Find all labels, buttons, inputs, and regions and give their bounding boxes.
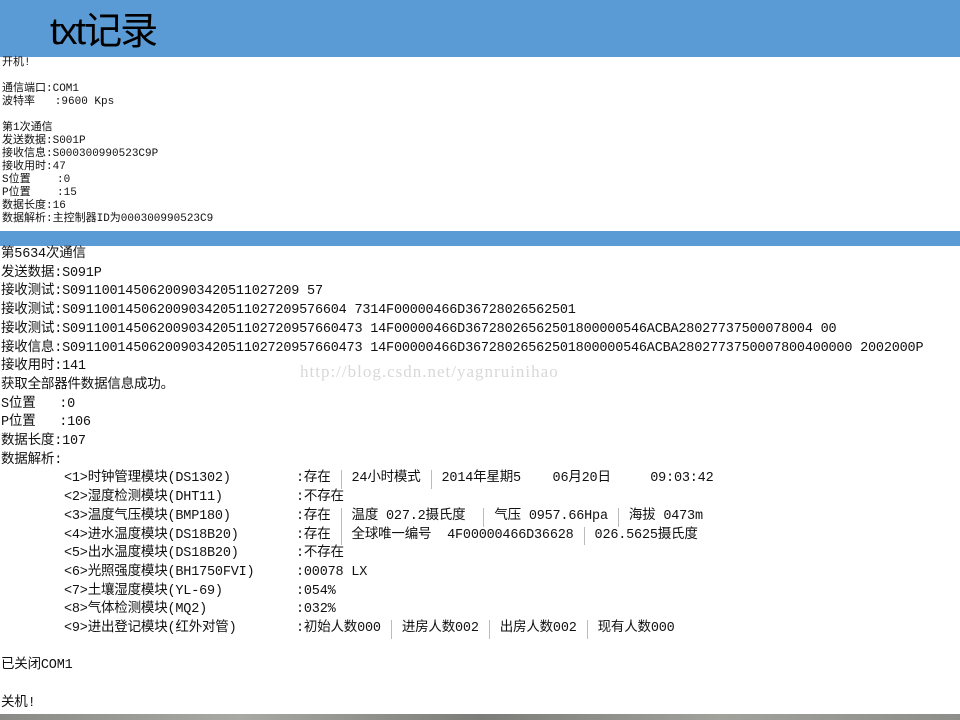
module-values: :不存在 — [296, 489, 354, 508]
log-line: 接收测试:S09110014506200903420511027209 57 — [1, 284, 323, 300]
module-value: :054% — [296, 583, 336, 599]
module-value: 温度 027.2摄氏度 — [340, 507, 484, 527]
module-row: <4>进水温度模块(DS18B20) :存在 全球唯一编号 4F00000466D3… — [0, 526, 958, 546]
log-line: 第5634次通信 — [1, 247, 86, 262]
log-line: S位置 :0 — [1, 396, 76, 412]
module-value: 海拔 0473m — [617, 507, 713, 527]
shutdown-text: 关机! — [1, 695, 36, 711]
module-value: :初始人数000 — [296, 620, 381, 636]
module-name: <4>进水温度模块(DS18B20) — [64, 527, 239, 543]
module-row: <8>气体检测模块(MQ2) :032% — [0, 601, 958, 620]
module-row: <1>时钟管理模块(DS1302) :存在 24小时模式 2014年星期5 06月20… — [0, 470, 958, 490]
module-name: <2>湿度检测模块(DHT11) — [64, 490, 223, 506]
module-value: :不存在 — [296, 546, 344, 562]
log-line: P位置 :106 — [1, 415, 91, 431]
module-value: 出房人数002 — [488, 619, 587, 639]
log-line: S位置 :0 — [2, 174, 71, 186]
watermark: http://blog.csdn.net/yagnruinihao — [300, 362, 559, 381]
log-line: 第1次通信 — [2, 122, 53, 134]
module-list: <1>时钟管理模块(DS1302) :存在 24小时模式 2014年星期5 06月20… — [0, 470, 958, 639]
bottom-strip — [0, 714, 960, 720]
log-line: 数据解析: — [1, 452, 63, 468]
module-value: 026.5625摄氏度 — [583, 526, 708, 546]
module-name: <7>土壤湿度模块(YL-69) — [64, 583, 223, 599]
log-line: 接收测试:S0911001450620090342051102720957660… — [1, 303, 576, 319]
log-line: 开机! — [2, 57, 31, 69]
module-value: 气压 0957.66Hpa — [483, 507, 618, 527]
module-value: 现有人数000 — [586, 619, 685, 639]
module-value: :不存在 — [296, 490, 344, 506]
module-value: 全球唯一编号 4F00000466D36628 — [340, 526, 584, 546]
module-row: <7>土壤湿度模块(YL-69) :054% — [0, 583, 958, 602]
log-line: 数据解析:主控制器ID为000300990523C9 — [2, 213, 214, 225]
log-line: 发送数据:S001P — [2, 135, 86, 147]
module-row: <5>出水温度模块(DS18B20) :不存在 — [0, 545, 958, 564]
divider-bar — [0, 231, 960, 246]
module-row: <2>湿度检测模块(DHT11) :不存在 — [0, 489, 958, 508]
module-row: <6>光照强度模块(BH1750FVI) :00078 LX — [0, 564, 958, 583]
log-line: P位置 :15 — [2, 187, 77, 199]
log-line: 接收测试:S0911001450620090342051102720957660… — [1, 321, 837, 337]
module-name: <1>时钟管理模块(DS1302) — [64, 471, 231, 487]
module-name: <6>光照强度模块(BH1750FVI) — [64, 564, 255, 580]
module-value: 进房人数002 — [390, 619, 489, 639]
log-line: 接收信息:S000300990523C9P — [2, 148, 159, 160]
header-bar: txt记录 — [0, 0, 960, 57]
log-line: 接收用时:47 — [2, 161, 66, 173]
module-values: :不存在 — [296, 545, 354, 564]
module-values: :存在 温度 027.2摄氏度 气压 0957.66Hpa 海拔 0473m — [296, 507, 713, 527]
log-line: 接收信息:S0911001450620090342051102720957660… — [1, 340, 924, 356]
module-values: :存在 24小时模式 2014年星期5 06月20日 09:03:42 — [296, 470, 724, 490]
module-value: :存在 — [296, 527, 331, 543]
module-value: :00078 LX — [296, 564, 368, 580]
module-name: <5>出水温度模块(DS18B20) — [64, 546, 239, 562]
log-panel-first: 开机! 通信端口:COM1 波特率 :9600 Kps 第1次通信 发送数据:S001P… — [0, 57, 958, 231]
module-values: :032% — [296, 601, 346, 620]
module-value: 2014年星期5 06月20日 09:03:42 — [430, 470, 724, 490]
module-name: <9>进出登记模块(红外对管) — [64, 620, 237, 636]
module-value: 24小时模式 — [340, 470, 431, 490]
module-value: :存在 — [296, 471, 331, 487]
module-row: <3>温度气压模块(BMP180) :存在 温度 027.2摄氏度 气压 0957.… — [0, 507, 958, 527]
module-values: :00078 LX — [296, 564, 377, 583]
module-name: <8>气体检测模块(MQ2) — [64, 602, 208, 618]
log-line: 波特率 :9600 Kps — [2, 96, 115, 108]
log-line: 通信端口:COM1 — [2, 83, 80, 95]
page-title: txt记录 — [50, 11, 158, 53]
module-row: <9>进出登记模块(红外对管) :初始人数000 进房人数002 出房人数002 现有人… — [0, 619, 958, 639]
log-line: 数据长度:107 — [1, 434, 86, 450]
module-value: :存在 — [296, 508, 331, 524]
log-line: 发送数据:S091P — [1, 265, 102, 281]
log-panel-second: 第5634次通信发送数据:S091P 接收测试:S0911001450620090… — [0, 246, 958, 714]
module-values: :存在 全球唯一编号 4F00000466D36628 026.5625摄氏度 — [296, 526, 708, 546]
module-value: :032% — [296, 602, 336, 618]
module-values: :初始人数000 进房人数002 出房人数002 现有人数000 — [296, 619, 685, 639]
port-closed-text: 已关闭COM1 — [1, 658, 73, 674]
module-values: :054% — [296, 583, 346, 602]
log-line: 数据长度:16 — [2, 200, 66, 212]
module-name: <3>温度气压模块(BMP180) — [64, 508, 231, 524]
